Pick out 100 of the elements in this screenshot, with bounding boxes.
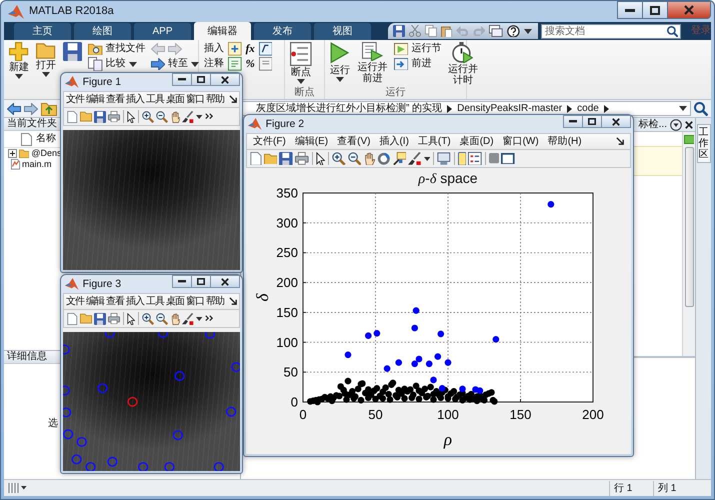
monitor-icon[interactable] [437, 152, 451, 165]
forward-arrow-icon[interactable] [24, 102, 38, 114]
colorbar-icon[interactable] [458, 152, 466, 166]
pointer-icon[interactable] [126, 312, 135, 324]
zoom-in-icon[interactable] [142, 312, 154, 324]
hand-icon[interactable] [363, 152, 376, 166]
dropdown-icon[interactable] [670, 118, 682, 130]
zoom-out-icon[interactable] [348, 152, 362, 166]
ribbon-button[interactable]: 打开 [34, 41, 58, 78]
print-icon[interactable] [108, 312, 120, 324]
minimize-button[interactable] [172, 275, 192, 288]
close-button[interactable] [210, 275, 240, 288]
ribbon-button[interactable]: 运行并前进 [355, 41, 390, 85]
ribbon-button[interactable]: 插入 [203, 42, 225, 56]
menu-item[interactable]: 工具 [146, 296, 164, 308]
minimize-button[interactable] [617, 1, 643, 19]
new-file-icon[interactable] [250, 152, 262, 166]
ribbon-button[interactable]: 转至 [150, 57, 200, 71]
folder-up-icon[interactable] [41, 102, 57, 116]
pointer-icon[interactable] [126, 110, 135, 122]
overflow-icon[interactable] [204, 113, 213, 120]
ribbon-tab[interactable]: 主页 [14, 23, 71, 40]
ribbon-tab[interactable]: 绘图 [74, 23, 131, 40]
insert-icon[interactable] [228, 42, 242, 56]
save-icon[interactable] [94, 110, 106, 122]
function-icon[interactable] [258, 42, 272, 56]
maximize-button[interactable] [582, 115, 602, 128]
caret-icon[interactable] [524, 28, 532, 34]
save-icon[interactable] [63, 42, 82, 62]
save-icon[interactable] [94, 312, 106, 324]
menu-item[interactable]: 桌面 [166, 296, 184, 308]
menu-item[interactable]: 桌面(D) [460, 136, 494, 148]
open-folder-icon[interactable] [80, 111, 92, 122]
open-folder-icon[interactable] [264, 152, 278, 164]
menu-item[interactable]: 插入 [126, 296, 144, 308]
ribbon-tab[interactable]: 编辑器 [194, 22, 251, 40]
scissors-icon[interactable] [409, 25, 421, 37]
window-icon[interactable] [501, 152, 515, 164]
file-name[interactable]: main.m [22, 159, 52, 170]
ribbon-tab[interactable]: APP [134, 23, 191, 40]
ribbon-button[interactable]: 运行 [328, 41, 352, 83]
menu-item[interactable]: 查看(V) [337, 136, 370, 148]
caret-icon[interactable] [424, 156, 430, 160]
print-icon[interactable] [295, 152, 309, 165]
file-name[interactable]: @Dens [31, 148, 62, 159]
caret-icon[interactable] [21, 486, 27, 490]
layout-icon[interactable] [8, 483, 19, 493]
brush-icon[interactable] [408, 152, 422, 166]
caret-icon[interactable] [196, 316, 203, 320]
expand-icon[interactable] [8, 149, 17, 158]
print-icon[interactable] [108, 110, 120, 122]
menu-item[interactable]: 编辑 [86, 296, 104, 308]
close-button[interactable] [667, 1, 711, 19]
scrollbar[interactable] [684, 147, 694, 307]
path-segment[interactable]: code [577, 102, 599, 114]
ribbon-button[interactable]: 新建 [7, 41, 31, 80]
dock-arrow-icon[interactable] [228, 297, 237, 306]
menu-item[interactable]: 帮助(H) [548, 136, 582, 148]
zoom-in-icon[interactable] [332, 152, 346, 166]
menu-item[interactable]: 编辑(E) [294, 136, 328, 148]
close-button[interactable] [210, 73, 240, 86]
ribbon-button[interactable]: 比较 [87, 57, 147, 71]
back-arrow-icon[interactable] [7, 102, 21, 114]
dock-arrow-icon[interactable] [228, 95, 237, 104]
zoom-out-icon[interactable] [156, 312, 168, 324]
new-file-icon[interactable] [67, 110, 78, 122]
ribbon-button[interactable]: 运行并计时 [445, 41, 480, 87]
column-header[interactable]: 名称 [36, 133, 56, 145]
rotate-icon[interactable] [377, 152, 391, 166]
close-button[interactable] [601, 115, 631, 128]
new-file-icon[interactable] [67, 312, 78, 324]
menu-item[interactable]: 窗口(W) [502, 136, 539, 148]
workspace-tab[interactable]: 工作区 [696, 124, 710, 163]
ribbon-button[interactable]: 运行节 [393, 42, 442, 56]
path-segment[interactable]: 灰度区域增长进行红外小目标检测” 的实现 [256, 102, 442, 114]
hand-icon[interactable] [170, 110, 180, 122]
overflow-icon[interactable] [204, 315, 213, 322]
ribbon-tab[interactable]: 视图 [314, 23, 371, 40]
ribbon-button[interactable]: 查找文件 [87, 42, 147, 56]
zoom-in-icon[interactable] [142, 110, 154, 122]
search-icon[interactable] [666, 26, 678, 37]
brush-icon[interactable] [182, 110, 194, 122]
zoom-out-icon[interactable] [156, 110, 168, 122]
uncomment-icon[interactable] [258, 57, 272, 71]
windows-icon[interactable] [489, 25, 503, 37]
ribbon-tab[interactable]: 发布 [254, 23, 311, 40]
ribbon-button[interactable]: 断点 [288, 41, 314, 85]
maximize-button[interactable] [191, 73, 211, 86]
caret-icon[interactable] [679, 106, 687, 111]
maximize-button[interactable] [191, 275, 211, 288]
menu-item[interactable]: 插入(I) [379, 136, 409, 148]
search-field[interactable]: 搜索文档 [541, 24, 681, 38]
menu-item[interactable]: 窗口 [186, 296, 204, 308]
close-icon[interactable] [685, 120, 693, 128]
save-icon[interactable] [279, 152, 294, 166]
square-icon[interactable] [488, 153, 500, 164]
data-cursor-icon[interactable] [392, 152, 406, 166]
brush-icon[interactable] [182, 312, 194, 324]
save-icon[interactable] [393, 25, 405, 37]
help-icon[interactable] [506, 24, 520, 38]
